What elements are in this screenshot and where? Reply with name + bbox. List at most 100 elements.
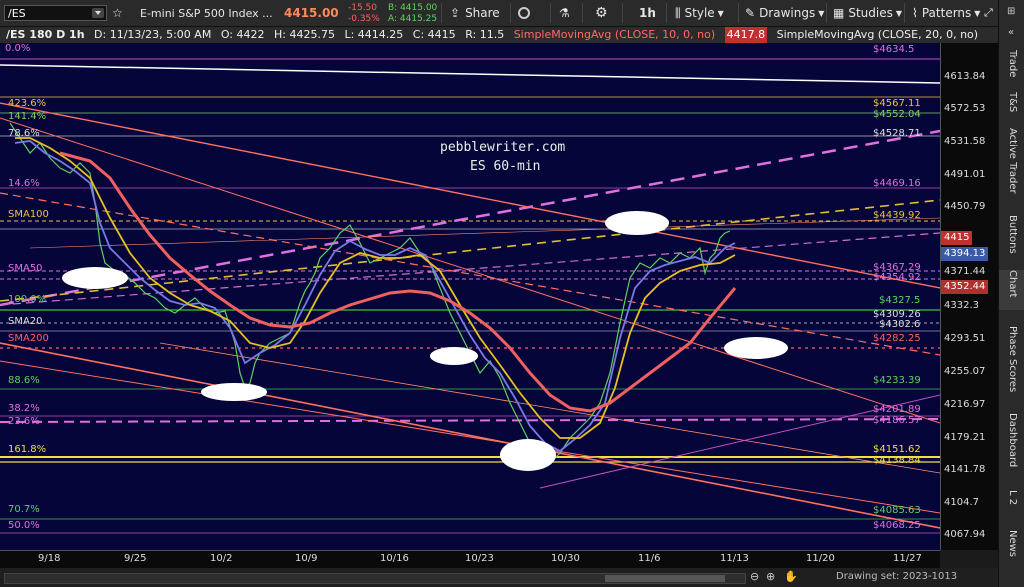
drawings-menu-button[interactable]: ✎ Drawings ▼ — [745, 0, 824, 26]
sma10-study-label[interactable]: SimpleMovingAvg (CLOSE, 10, 0, no) — [514, 27, 715, 43]
expand-icon[interactable]: ⤢ — [984, 0, 993, 26]
symbol-dropdown-icon[interactable] — [92, 8, 104, 18]
sma10-value: 4417.8 — [724, 27, 768, 43]
level-label-left: 70.7% — [8, 504, 40, 515]
price-axis-label: 4491.01 — [944, 169, 986, 180]
net-change-percent: -0.35% — [348, 13, 380, 24]
bar-low: L: 4414.25 — [344, 28, 404, 41]
level-label-right: $4439.92 — [873, 210, 921, 221]
level-label-left: SMA100 — [8, 209, 49, 220]
bar-close: C: 4415 — [412, 28, 456, 41]
sma50-line — [59, 151, 737, 413]
last-price-indicator-icon[interactable] — [518, 0, 530, 26]
level-label-right: $4567.11 — [873, 98, 921, 109]
level-label-right: $4233.39 — [873, 375, 921, 386]
time-axis-label: 11/27 — [893, 553, 922, 564]
price-axis-label: 4613.84 — [944, 71, 986, 82]
price-axis-label: 4371.44 — [944, 266, 986, 277]
zoom-in-icon[interactable]: ⊕ — [766, 570, 775, 583]
chart-info-bar: /ES 180 D 1h D: 11/13/23, 5:00 AM O: 442… — [0, 27, 998, 43]
sma20-study-label[interactable]: SimpleMovingAvg (CLOSE, 20, 0, no) — [777, 27, 978, 43]
price-axis-label: 4141.78 — [944, 464, 986, 475]
tab-active-trader[interactable]: Active Trader — [999, 128, 1024, 208]
level-label-right: $4068.25 — [873, 520, 921, 531]
style-menu-button[interactable]: ⫼ Style ▼ — [675, 0, 724, 26]
level-label-right: $4327.5 — [879, 295, 921, 306]
tab-trade[interactable]: Trade — [999, 50, 1024, 90]
price-axis[interactable]: 4613.84 4572.53 4531.58 4491.01 4450.79 … — [940, 43, 999, 550]
time-axis-label: 10/23 — [465, 553, 494, 564]
tab-dashboard[interactable]: Dashboard — [999, 413, 1024, 477]
chevron-down-icon: ▼ — [895, 8, 903, 18]
level-label-right: $4634.5 — [873, 44, 915, 55]
tab-news[interactable]: News — [999, 530, 1024, 566]
scrollbar-thumb[interactable] — [605, 575, 725, 582]
drawing-set-label[interactable]: Drawing set: 2023-1013 — [836, 571, 957, 582]
pencil-icon: ✎ — [745, 6, 756, 20]
level-label-right: $4138.84 — [873, 455, 921, 466]
tab-time-and-sales[interactable]: T&S — [999, 92, 1024, 122]
time-axis-label: 11/6 — [638, 553, 661, 564]
highlight-ellipse — [62, 267, 128, 289]
collapse-icon[interactable]: « — [1008, 27, 1014, 38]
level-label-left: SMA20 — [8, 316, 43, 327]
side-tab-bar: ⊞ « Trade T&S Active Trader Buttons Char… — [998, 0, 1024, 587]
level-label-right: $4085.63 — [873, 505, 921, 516]
price-axis-label: 4216.97 — [944, 399, 986, 410]
chart-description: /ES 180 D 1h — [6, 28, 85, 41]
highlight-ellipse — [605, 211, 669, 235]
bar-open: O: 4422 — [220, 28, 265, 41]
patterns-icon: ⌇ — [912, 6, 918, 20]
level-label-left: 14.6% — [8, 178, 40, 189]
price-chart[interactable]: pebblewriter.com ES 60-min 0.0% 423.6% 1… — [0, 43, 940, 550]
level-label-left: 423.6% — [8, 98, 47, 109]
horizontal-scrollbar[interactable] — [4, 573, 746, 584]
settings-gear-icon[interactable]: ⚙ — [595, 0, 608, 26]
bar-date: D: 11/13/23, 5:00 AM — [94, 28, 212, 41]
chart-drawing-layer — [0, 58, 940, 534]
price-axis-label: 4293.51 — [944, 333, 986, 344]
patterns-menu-button[interactable]: ⌇ Patterns ▼ — [912, 0, 980, 26]
level-label-left: SMA200 — [8, 333, 49, 344]
interval-selector[interactable]: 1h — [639, 0, 656, 26]
trend-line — [0, 232, 940, 306]
price-axis-label: 4255.07 — [944, 366, 986, 377]
chevron-down-icon: ▼ — [974, 8, 981, 18]
share-button[interactable]: ⇪ Share — [450, 0, 500, 26]
price-axis-label: 4104.7 — [944, 497, 979, 508]
star-icon[interactable]: ☆ — [112, 0, 123, 26]
studies-menu-button[interactable]: ▦ Studies ▼ — [833, 0, 902, 26]
zoom-out-icon[interactable]: ⊖ — [750, 570, 759, 583]
tab-chart[interactable]: Chart — [999, 270, 1024, 310]
hand-pan-icon[interactable]: ✋ — [784, 570, 798, 583]
instrument-description: E-mini S&P 500 Index ... — [140, 6, 273, 20]
price-axis-label: 4179.21 — [944, 432, 986, 443]
symbol-input[interactable]: /ES — [4, 5, 107, 21]
tab-buttons[interactable]: Buttons — [999, 215, 1024, 265]
time-axis-label: 10/9 — [295, 553, 318, 564]
tab-level-2[interactable]: L 2 — [999, 490, 1024, 516]
tab-phase-scores[interactable]: Phase Scores — [999, 326, 1024, 404]
level-label-left: 141.4% — [8, 111, 47, 122]
net-change: -15.50 — [348, 2, 378, 13]
time-axis-label: 10/30 — [551, 553, 580, 564]
chevron-down-icon: ▼ — [818, 8, 825, 18]
level-label-left: 100.0% — [8, 294, 47, 305]
trend-line — [0, 199, 940, 302]
pin-icon[interactable]: ⊞ — [1007, 6, 1015, 17]
time-axis[interactable]: 9/18 9/25 10/2 10/9 10/16 10/23 10/30 11… — [0, 550, 940, 569]
level-label-left: 0.0% — [5, 43, 31, 54]
last-price-tag: 4415 — [941, 231, 973, 245]
time-axis-label: 10/16 — [380, 553, 409, 564]
trend-line — [29, 217, 940, 249]
bar-high: H: 4425.75 — [274, 28, 335, 41]
price-axis-label: 4572.53 — [944, 103, 986, 114]
level-label-right: $4552.04 — [873, 109, 921, 120]
flask-icon[interactable]: ⚗ — [559, 0, 570, 26]
level-label-left: 88.6% — [8, 375, 40, 386]
level-label-right: $4201.89 — [873, 404, 921, 415]
last-price: 4415.00 — [284, 6, 339, 20]
level-line — [0, 418, 940, 423]
time-axis-label: 9/18 — [38, 553, 61, 564]
time-axis-label: 11/20 — [806, 553, 835, 564]
